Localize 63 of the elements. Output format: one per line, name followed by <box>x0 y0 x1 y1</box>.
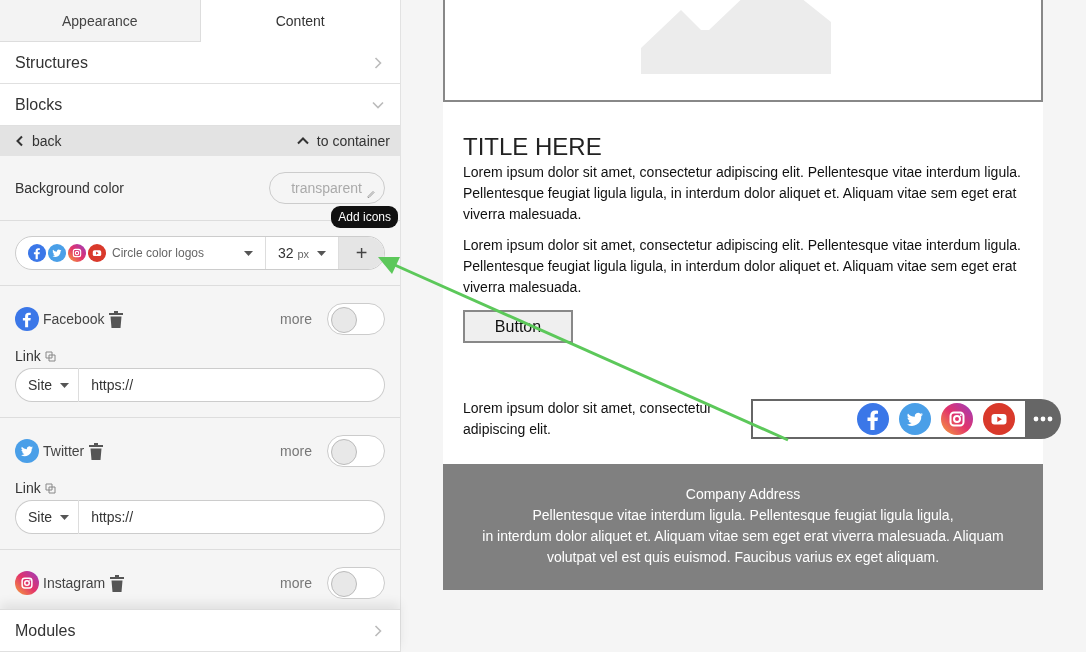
twitter-icon <box>15 439 39 463</box>
youtube-icon <box>88 244 106 262</box>
more-label: more <box>280 575 312 591</box>
social-block[interactable] <box>751 399 1025 439</box>
footer-text: in interdum dolor aliquet et. Aliquam vitae sem eget erat viverra malesuada. Aliquam <box>482 527 1004 546</box>
field-label: Link <box>15 348 41 364</box>
more-toggle[interactable] <box>327 303 385 335</box>
image-placeholder[interactable] <box>443 0 1043 102</box>
youtube-icon <box>983 403 1015 435</box>
facebook-icon <box>857 403 889 435</box>
field-label: Link <box>15 480 41 496</box>
add-icons-button[interactable]: + <box>339 237 384 269</box>
trash-icon[interactable] <box>88 441 105 461</box>
twitter-icon <box>48 244 66 262</box>
paragraph: Lorem ipsum dolor sit amet, consectetur adipiscing elit. <box>463 399 713 439</box>
facebook-icon <box>15 307 39 331</box>
link-type-select[interactable]: Site <box>15 500 80 534</box>
email-title: TITLE HERE <box>463 132 603 162</box>
url-field[interactable]: https:// <box>79 368 385 402</box>
caret-icon <box>317 250 327 256</box>
instagram-icon <box>15 571 39 595</box>
paragraph: Lorem ipsum dolor sit amet, consectetur adipiscing elit. Pellentesque vitae interdum ligula. Pellentesque feugiat ligula ligula, in interdum dolor aliquet et. Aliquam vitae sem eget erat viverra malesuada. <box>463 236 1022 297</box>
section-header[interactable]: Blocks <box>0 84 400 126</box>
to-container-link[interactable]: to container <box>295 133 390 149</box>
block-actions-button[interactable] <box>1025 399 1061 439</box>
section-title: Blocks <box>15 95 63 114</box>
footer-text: volutpat vel est quis euismod. Faucibus varius ex eget aliquam. <box>546 548 940 567</box>
field-label: Background color <box>15 180 124 196</box>
panel-tab[interactable]: Appearance <box>0 0 201 42</box>
chevron-up-icon <box>295 136 310 146</box>
caret-icon <box>60 514 70 520</box>
trash-icon[interactable] <box>108 309 125 329</box>
network-name: Facebook <box>43 311 105 327</box>
twitter-icon <box>899 403 931 435</box>
instagram-icon <box>941 403 973 435</box>
more-icon <box>1033 416 1053 422</box>
icon-style-select[interactable]: Circle color logos <box>16 237 266 269</box>
copy-icon[interactable] <box>44 482 56 494</box>
facebook-icon <box>28 244 46 262</box>
chevron-left-icon <box>15 135 25 147</box>
section-title: Structures <box>15 53 88 72</box>
network-name: Instagram <box>43 575 106 591</box>
link-type-select[interactable]: Site <box>15 368 80 402</box>
trash-icon[interactable] <box>109 573 126 593</box>
more-toggle[interactable] <box>327 435 385 467</box>
section-header[interactable]: Structures <box>0 42 400 84</box>
copy-icon[interactable] <box>44 350 56 362</box>
tooltip: Add icons <box>331 206 398 228</box>
paragraph: Lorem ipsum dolor sit amet, consectetur adipiscing elit. Pellentesque vitae interdum ligula. Pellentesque feugiat ligula ligula, in interdum dolor aliquet et. Aliquam vitae sem eget erat viverra malesuada. <box>463 163 1022 224</box>
more-label: more <box>280 311 312 327</box>
more-label: more <box>280 443 312 459</box>
more-toggle[interactable] <box>327 567 385 599</box>
back-link[interactable]: back <box>15 133 62 149</box>
footer-text: Pellentesque vitae interdum ligula. Pellentesque feugiat ligula ligula, <box>532 506 954 525</box>
section-header[interactable]: Modules <box>0 609 400 652</box>
section-title: Modules <box>15 621 76 640</box>
instagram-icon <box>68 244 86 262</box>
caret-icon <box>60 382 70 388</box>
url-field[interactable]: https:// <box>79 500 385 534</box>
footer-text: Company Address <box>685 485 801 504</box>
caret-icon <box>244 250 253 256</box>
panel-tab[interactable]: Content <box>200 0 400 42</box>
network-name: Twitter <box>43 443 85 459</box>
